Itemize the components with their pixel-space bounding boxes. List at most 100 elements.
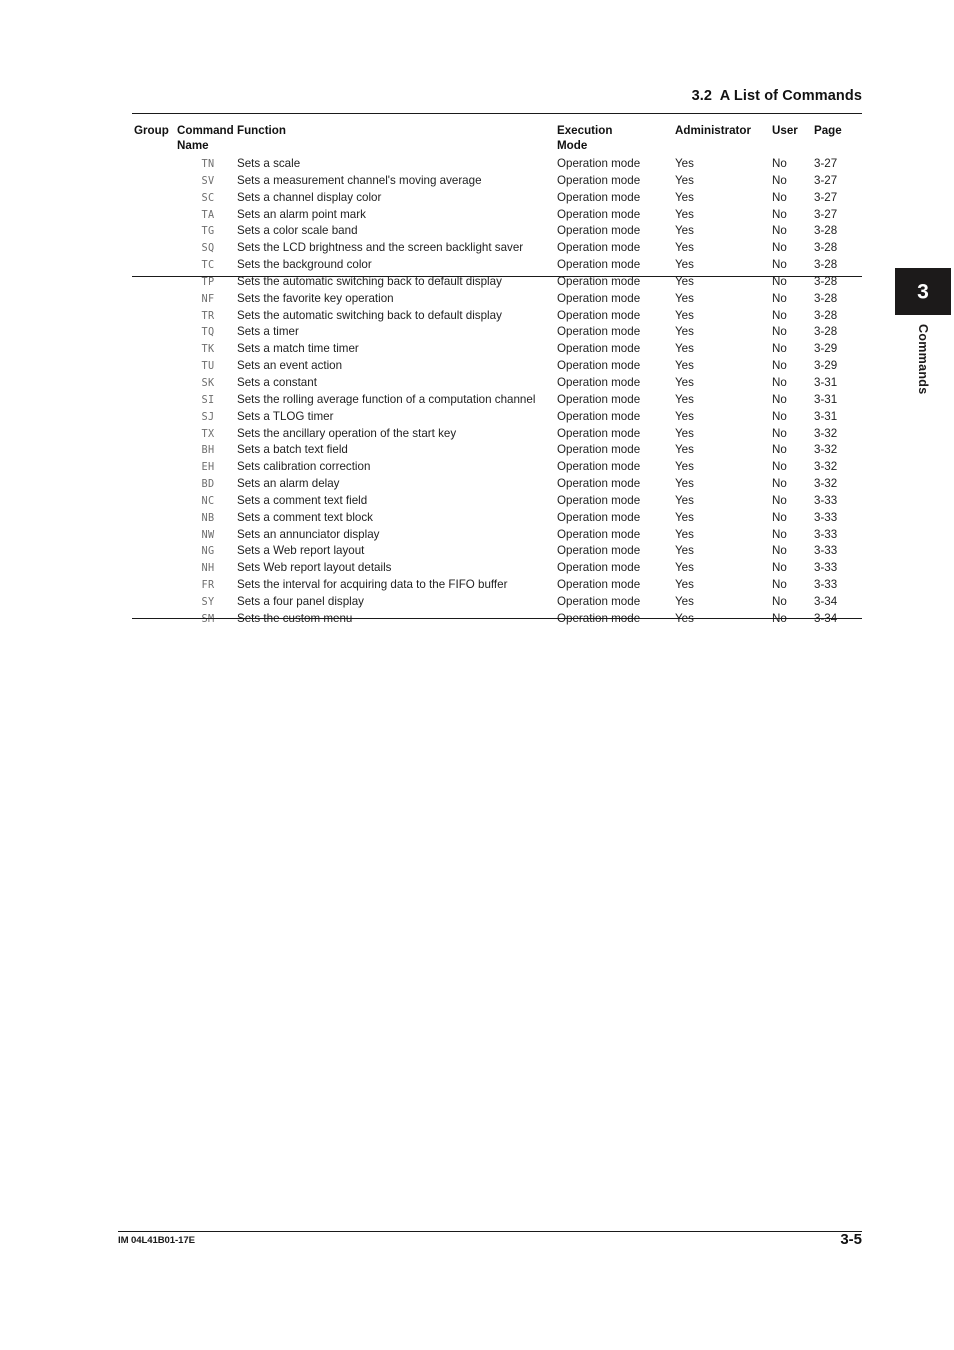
- cell-user: No: [772, 173, 787, 187]
- cell-execution-mode: Operation mode: [557, 157, 641, 170]
- cell-page: 3-33: [814, 493, 838, 507]
- cell-command-name: TK: [201, 344, 215, 356]
- cell-user: No: [772, 375, 787, 389]
- cell-user: No: [772, 291, 787, 305]
- cell-user: No: [772, 157, 787, 170]
- cell-function: Sets a measurement channel's moving aver…: [237, 173, 482, 187]
- cell-page: 3-27: [814, 190, 838, 204]
- cell-function: Sets a batch text field: [237, 443, 348, 457]
- cell-user: No: [772, 190, 787, 204]
- cell-function: Sets the background color: [237, 258, 372, 272]
- cell-execution-mode: Operation mode: [557, 224, 641, 238]
- cell-administrator: Yes: [675, 291, 694, 305]
- cell-administrator: Yes: [675, 375, 694, 389]
- cell-page: 3-33: [814, 544, 838, 558]
- cell-function: Sets an alarm delay: [237, 477, 340, 491]
- cell-command-name: SY: [201, 596, 215, 608]
- table-row: NH Sets Web report layout details Operatio…: [132, 558, 862, 575]
- cell-user: No: [772, 477, 787, 491]
- cell-function: Sets a scale: [237, 157, 301, 170]
- page-number: 3-5: [840, 1231, 862, 1248]
- column-header-command-name-line2: Name: [177, 139, 209, 152]
- cell-execution-mode: Operation mode: [557, 342, 641, 356]
- cell-page: 3-33: [814, 510, 838, 524]
- column-header-execution-mode-line2: Mode: [557, 139, 588, 152]
- cell-administrator: Yes: [675, 173, 694, 187]
- table-body: TN Sets a scale Operation mode Yes No 3-27 SV S…: [132, 154, 862, 626]
- cell-page: 3-31: [814, 392, 838, 406]
- cell-administrator: Yes: [675, 477, 694, 491]
- table-row: TP Sets the automatic switching back to d…: [132, 272, 862, 289]
- column-header-command-name: Command: [177, 124, 234, 137]
- cell-command-name: NF: [201, 293, 215, 305]
- cell-function: Sets the automatic switching back to def…: [237, 274, 502, 288]
- cell-user: No: [772, 409, 787, 423]
- cell-page: 3-28: [814, 274, 838, 288]
- cell-administrator: Yes: [675, 594, 694, 608]
- cell-administrator: Yes: [675, 443, 694, 457]
- cell-page: 3-29: [814, 342, 838, 356]
- cell-function: Sets an annunciator display: [237, 527, 380, 541]
- cell-page: 3-32: [814, 477, 838, 491]
- cell-function: Sets a Web report layout: [237, 544, 365, 558]
- cell-user: No: [772, 578, 787, 592]
- cell-function: Sets an alarm point mark: [237, 207, 366, 221]
- document-page: 3.2 A List of Commands Group Command Nam…: [0, 0, 954, 1350]
- cell-user: No: [772, 359, 787, 373]
- cell-page: 3-28: [814, 258, 838, 272]
- cell-page: 3-28: [814, 241, 838, 255]
- cell-user: No: [772, 274, 787, 288]
- cell-administrator: Yes: [675, 157, 694, 170]
- commands-table: Group Command Name Function Execution Mo…: [132, 121, 862, 626]
- cell-administrator: Yes: [675, 224, 694, 238]
- table-row: TA Sets an alarm point mark Operation mode…: [132, 205, 862, 222]
- cell-command-name: NC: [201, 495, 215, 507]
- cell-user: No: [772, 224, 787, 238]
- table-row: SQ Sets the LCD brightness and the screen…: [132, 238, 862, 255]
- cell-administrator: Yes: [675, 578, 694, 592]
- cell-page: 3-34: [814, 594, 838, 608]
- cell-function: Sets the automatic switching back to def…: [237, 308, 502, 322]
- chapter-number-box: 3: [895, 268, 951, 315]
- cell-execution-mode: Operation mode: [557, 460, 641, 474]
- cell-function: Sets a comment text field: [237, 493, 368, 507]
- table-row: NW Sets an annunciator display Operation m…: [132, 525, 862, 542]
- cell-function: Sets the LCD brightness and the screen b…: [237, 241, 524, 255]
- table-row: EH Sets calibration correction Operation m…: [132, 457, 862, 474]
- table-row: SY Sets a four panel display Operation mod…: [132, 592, 862, 609]
- chapter-label-text: Commands: [916, 324, 930, 395]
- cell-user: No: [772, 544, 787, 558]
- chapter-label: Commands: [895, 324, 951, 397]
- table-row: SK Sets a constant Operation mode Yes No 3-31: [132, 373, 862, 390]
- table-row: TQ Sets a timer Operation mode Yes No 3-28: [132, 322, 862, 339]
- cell-administrator: Yes: [675, 258, 694, 272]
- cell-page: 3-27: [814, 157, 838, 170]
- cell-user: No: [772, 308, 787, 322]
- table-row: FR Sets the interval for acquiring data t…: [132, 575, 862, 592]
- table-row: SJ Sets a TLOG timer Operation mode Yes No 3-…: [132, 407, 862, 424]
- cell-execution-mode: Operation mode: [557, 308, 641, 322]
- cell-command-name: SC: [201, 192, 215, 204]
- cell-administrator: Yes: [675, 392, 694, 406]
- table-row: TU Sets an event action Operation mode Yes N…: [132, 356, 862, 373]
- cell-command-name: TC: [201, 260, 215, 272]
- cell-user: No: [772, 392, 787, 406]
- cell-execution-mode: Operation mode: [557, 493, 641, 507]
- cell-execution-mode: Operation mode: [557, 359, 641, 373]
- cell-user: No: [772, 426, 787, 440]
- cell-page: 3-28: [814, 325, 838, 339]
- cell-page: 3-33: [814, 578, 838, 592]
- cell-administrator: Yes: [675, 190, 694, 204]
- cell-administrator: Yes: [675, 409, 694, 423]
- cell-page: 3-28: [814, 308, 838, 322]
- cell-administrator: Yes: [675, 241, 694, 255]
- cell-function: Sets a comment text block: [237, 510, 373, 524]
- table-row: TX Sets the ancillary operation of the st…: [132, 424, 862, 441]
- column-header-user: User: [772, 124, 798, 137]
- column-header-page: Page: [814, 124, 842, 137]
- cell-administrator: Yes: [675, 359, 694, 373]
- cell-administrator: Yes: [675, 493, 694, 507]
- cell-command-name: TQ: [201, 327, 215, 339]
- cell-command-name: NH: [201, 563, 215, 575]
- cell-page: 3-28: [814, 224, 838, 238]
